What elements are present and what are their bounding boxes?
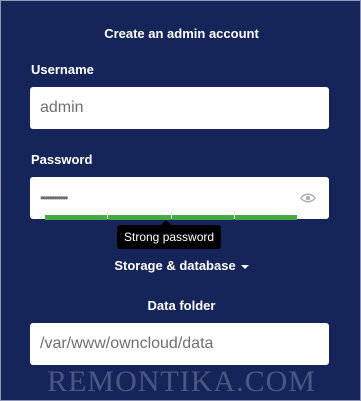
strength-segment: [45, 215, 108, 220]
setup-panel: Create an admin account Username admin P…: [0, 0, 361, 401]
username-label: Username: [31, 62, 94, 77]
watermark: REMONTIKA.COM: [47, 365, 316, 398]
eye-icon[interactable]: [300, 192, 316, 204]
strength-segment: [171, 215, 234, 220]
password-strength-meter: [45, 215, 297, 220]
password-strength-tooltip: Strong password: [117, 225, 222, 249]
strength-segment: [234, 215, 297, 220]
password-input[interactable]: ••••••••••••: [30, 177, 329, 219]
password-label: Password: [31, 152, 93, 167]
storage-database-label: Storage & database: [114, 258, 236, 273]
form-title: Create an admin account: [104, 26, 259, 41]
username-input[interactable]: admin: [30, 87, 329, 129]
storage-database-toggle[interactable]: Storage & database: [1, 258, 361, 273]
caret-down-icon: [240, 264, 249, 269]
data-folder-label: Data folder: [147, 298, 216, 313]
data-folder-input[interactable]: /var/www/owncloud/data: [30, 323, 329, 365]
